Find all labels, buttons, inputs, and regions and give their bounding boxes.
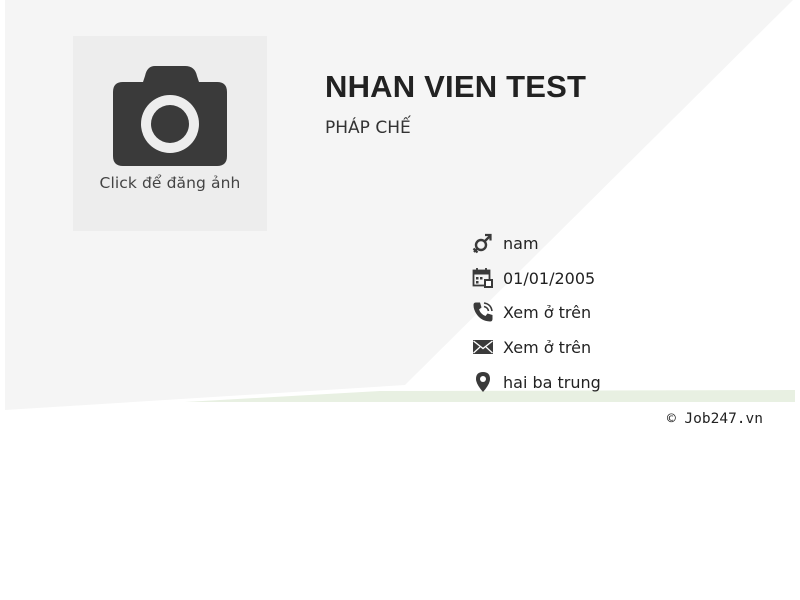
email-value: Xem ở trên: [503, 338, 592, 357]
info-row-phone: Xem ở trên: [472, 299, 792, 325]
phone-value: Xem ở trên: [503, 303, 592, 322]
info-row-email: Xem ở trên: [472, 334, 792, 360]
upload-photo-button[interactable]: Click để đăng ảnh: [73, 36, 267, 231]
copyright-notice: © Job247.vn: [666, 411, 763, 427]
gender-value: nam: [503, 234, 539, 253]
camera-icon: [113, 66, 227, 166]
phone-icon: [473, 302, 493, 322]
info-row-birthdate: 01/01/2005: [472, 265, 792, 291]
cv-page: Click để đăng ảnh NHAN VIEN TEST PHÁP CH…: [0, 0, 800, 600]
info-row-address: hai ba trung: [472, 369, 792, 395]
address-value: hai ba trung: [503, 373, 601, 392]
candidate-job-title: PHÁP CHẾ: [325, 118, 411, 138]
envelope-icon: [473, 340, 493, 354]
info-row-gender: nam: [472, 230, 792, 256]
birthdate-value: 01/01/2005: [503, 269, 596, 288]
upload-photo-caption: Click để đăng ảnh: [99, 174, 241, 192]
gender-icon: [472, 233, 492, 254]
candidate-name: NHAN VIEN TEST: [325, 69, 587, 104]
map-pin-icon: [476, 372, 490, 392]
calendar-icon: [472, 268, 493, 288]
